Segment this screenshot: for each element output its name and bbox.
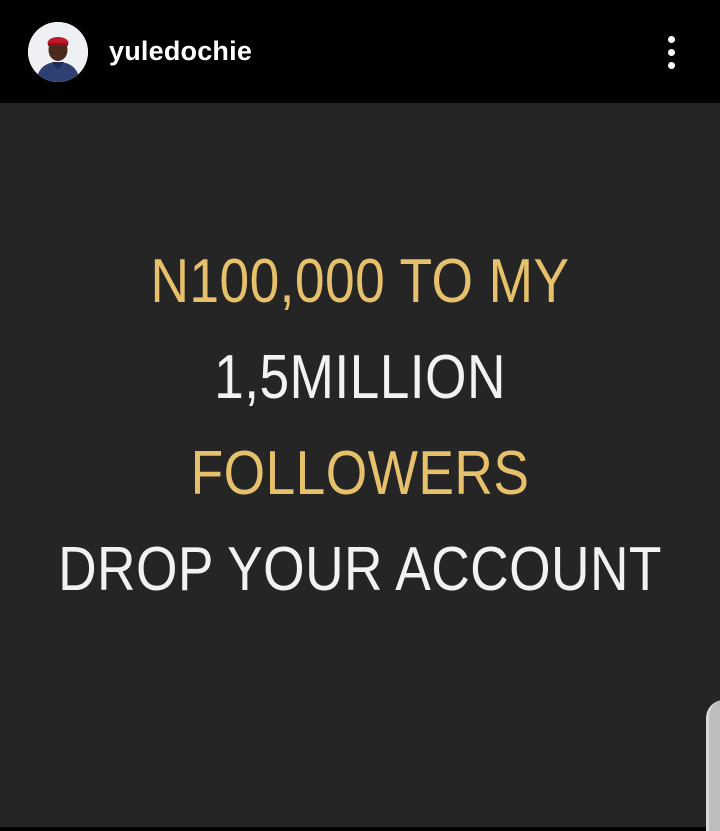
post-text-line: 1,5MILLION xyxy=(214,343,506,412)
more-dot xyxy=(668,62,675,69)
more-dot xyxy=(668,49,675,56)
bottom-edge xyxy=(0,827,720,831)
post-text-line: N100,000 TO MY xyxy=(150,247,570,316)
more-options-icon[interactable] xyxy=(652,30,692,74)
post-text-line: DROP YOUR ACCOUNT xyxy=(58,535,662,604)
profile-avatar[interactable] xyxy=(28,22,88,82)
more-dot xyxy=(668,36,675,43)
avatar-image xyxy=(28,22,88,82)
post-text-line: FOLLOWERS xyxy=(190,439,530,508)
post-header: yuledochie xyxy=(0,0,720,103)
username-link[interactable]: yuledochie xyxy=(109,33,252,69)
edge-panel-handle[interactable] xyxy=(706,700,720,831)
post-image[interactable]: N100,000 TO MY 1,5MILLION FOLLOWERS DROP… xyxy=(0,103,720,827)
instagram-post-view: yuledochie N100,000 TO MY 1,5MILLION FOL… xyxy=(0,0,720,831)
